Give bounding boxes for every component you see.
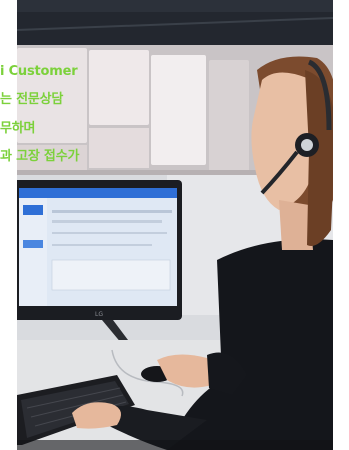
caption-text-block: i Customer 는 전문상담 무하며 과 고장 접수가 bbox=[0, 58, 120, 171]
caption-line-2: 는 전문상담 bbox=[0, 92, 64, 108]
monitor-brand-logo: LG bbox=[95, 311, 103, 318]
caption-line-4: 과 고장 접수가 bbox=[0, 148, 80, 164]
right-margin bbox=[333, 0, 349, 450]
caption-line-1: i Customer bbox=[0, 64, 78, 79]
caption-line-3: 무하며 bbox=[0, 120, 36, 136]
